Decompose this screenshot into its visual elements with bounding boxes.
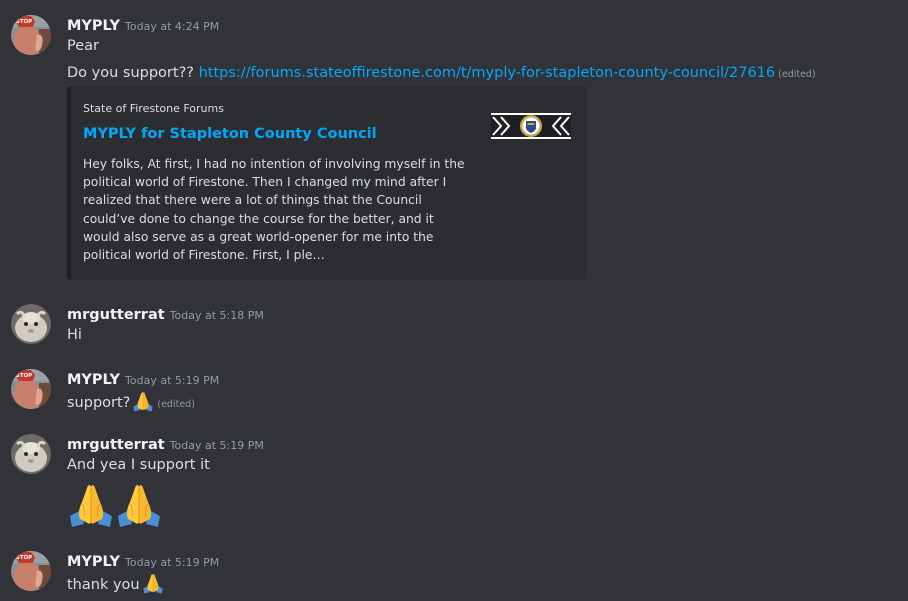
svg-text:STOP: STOP — [16, 555, 32, 561]
author-name[interactable]: mrgutterrat — [67, 307, 165, 323]
folded-hands-emoji[interactable] — [142, 572, 164, 594]
avatar[interactable] — [11, 434, 51, 474]
message-text: Hi — [67, 327, 82, 343]
folded-hands-emoji[interactable] — [67, 480, 115, 528]
firestone-seal-banner-icon[interactable] — [491, 113, 571, 139]
embed-title-link[interactable]: MYPLY for Stapleton County Council — [83, 126, 377, 142]
timestamp: Today at 5:18 PM — [169, 309, 264, 322]
timestamp: Today at 5:19 PM — [169, 439, 264, 452]
forum-link[interactable]: https://forums.stateoffirestone.com/t/my… — [199, 65, 776, 81]
svg-text:STOP: STOP — [16, 373, 32, 379]
embed-provider: State of Firestone Forums — [83, 102, 224, 115]
svg-text:STOP: STOP — [16, 19, 32, 25]
message-text: support? (edited) — [67, 390, 195, 415]
avatar[interactable] — [11, 304, 51, 344]
avatar[interactable]: STOP — [11, 551, 51, 591]
big-emoji-row — [67, 480, 163, 530]
link-embed: State of Firestone Forums MYPLY for Stap… — [67, 86, 587, 280]
message-text-body: thank you — [67, 577, 140, 593]
timestamp: Today at 5:19 PM — [125, 556, 220, 569]
message-text: thank you — [67, 572, 164, 595]
embed-description: Hey folks, At first, I had no intention … — [83, 157, 465, 263]
message-text: Pear — [67, 38, 99, 54]
timestamp: Today at 5:19 PM — [125, 374, 220, 387]
timestamp: Today at 4:24 PM — [125, 20, 220, 33]
avatar[interactable]: STOP — [11, 369, 51, 409]
author-name[interactable]: MYPLY — [67, 554, 120, 570]
chat-messages: STOP MYPLY Today at 4:24 PM Pear Do you s… — [0, 0, 908, 601]
edited-label: (edited) — [157, 399, 195, 410]
folded-hands-emoji[interactable] — [115, 480, 163, 528]
message-text-body: support? — [67, 395, 131, 411]
edited-label: (edited) — [778, 69, 816, 80]
avatar[interactable]: STOP — [11, 15, 51, 55]
message-text: Do you support?? https://forums.stateoff… — [67, 63, 816, 85]
author-name[interactable]: mrgutterrat — [67, 437, 165, 453]
message-text-prefix: Do you support?? — [67, 65, 194, 81]
message-text: And yea I support it — [67, 457, 210, 473]
folded-hands-emoji[interactable] — [132, 390, 154, 412]
author-name[interactable]: MYPLY — [67, 372, 120, 388]
author-name[interactable]: MYPLY — [67, 18, 120, 34]
